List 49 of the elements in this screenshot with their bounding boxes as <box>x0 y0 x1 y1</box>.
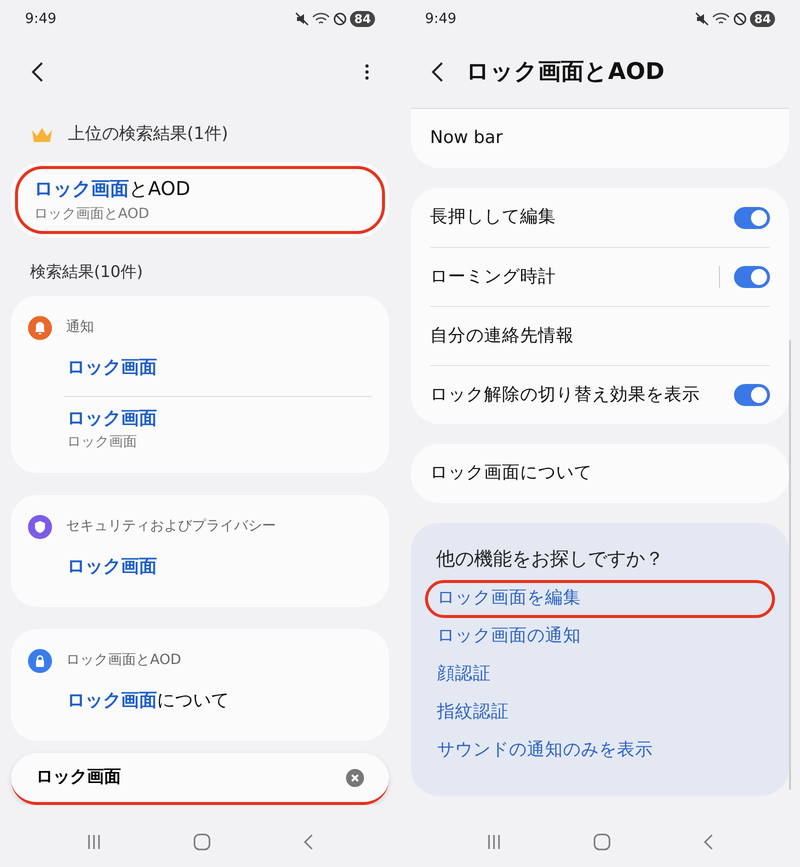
blocked-icon <box>733 12 748 26</box>
battery-level: 84 <box>750 11 775 27</box>
suggestion-link[interactable]: ロック画面を編集 <box>425 580 775 618</box>
wifi-icon <box>712 12 730 26</box>
home-icon[interactable] <box>192 833 211 851</box>
setting-label[interactable]: ローミング時計 <box>430 264 556 290</box>
mute-icon <box>695 12 710 26</box>
setting-label[interactable]: ロック解除の切り替え効果を表示 <box>430 382 700 408</box>
section-heading: 上位の検索結果(1件) <box>68 123 228 146</box>
setting-label[interactable]: 自分の連絡先情報 <box>430 322 574 350</box>
category-label: ロック画面とAOD <box>66 651 182 670</box>
suggestion-link[interactable]: ロック画面の通知 <box>425 618 775 656</box>
recent-apps-icon[interactable] <box>486 834 502 850</box>
status-time: 9:49 <box>425 10 456 28</box>
back-icon[interactable] <box>30 61 44 83</box>
back-icon[interactable] <box>430 61 444 83</box>
suggestion-link[interactable]: 顔認証 <box>425 656 775 694</box>
suggestions-heading: 他の機能をお探しですか？ <box>435 547 665 572</box>
toggle-switch[interactable] <box>734 384 770 406</box>
page-title: ロック画面とAOD <box>466 58 664 87</box>
setting-label[interactable]: Now bar <box>430 125 503 152</box>
suggestion-link[interactable]: 指紋認証 <box>425 694 775 732</box>
wifi-icon <box>312 12 330 26</box>
setting-label[interactable]: ロック画面について <box>430 460 592 487</box>
toggle-switch[interactable] <box>734 206 770 228</box>
crown-icon <box>30 126 54 144</box>
battery-level: 84 <box>350 11 375 27</box>
recent-apps-icon[interactable] <box>86 834 102 850</box>
result-title[interactable]: ロック画面 <box>64 354 372 381</box>
toggle-switch[interactable] <box>734 266 770 288</box>
result-title[interactable]: ロック画面 <box>64 404 372 432</box>
mute-icon <box>295 12 310 26</box>
clear-icon[interactable] <box>346 768 364 786</box>
result-title: ロック画面とAOD <box>34 177 192 202</box>
result-title[interactable]: ロック画面 <box>64 553 372 580</box>
status-time: 9:49 <box>25 10 56 28</box>
suggestion-link[interactable]: サウンドの通知のみを表示 <box>425 732 775 770</box>
setting-label[interactable]: 長押しして編集 <box>430 204 556 231</box>
category-label: セキュリティおよびプライバシー <box>66 517 276 536</box>
top-result-card[interactable]: ロック画面とAOD ロック画面とAOD <box>11 162 389 238</box>
result-subtitle: ロック画面 <box>66 432 138 452</box>
result-title[interactable]: ロック画面について <box>64 687 372 714</box>
home-icon[interactable] <box>592 833 611 851</box>
more-options-icon[interactable] <box>364 63 370 81</box>
blocked-icon <box>333 12 348 26</box>
result-subtitle: ロック画面とAOD <box>34 204 150 224</box>
section-heading: 検索結果(10件) <box>29 260 144 282</box>
category-label: 通知 <box>66 318 94 337</box>
search-field[interactable]: ロック画面 <box>11 753 389 805</box>
